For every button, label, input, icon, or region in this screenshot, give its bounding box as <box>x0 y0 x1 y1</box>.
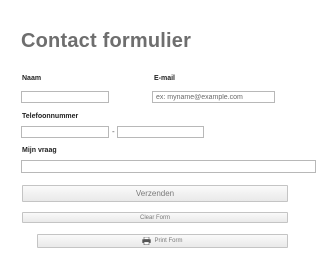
printer-icon <box>142 237 152 245</box>
phone-number-input[interactable] <box>117 126 204 138</box>
clear-form-button-label: Clear Form <box>139 214 170 221</box>
phone-area-input[interactable] <box>21 126 109 138</box>
email-input[interactable] <box>152 91 275 103</box>
question-input[interactable] <box>21 160 316 173</box>
print-form-button-label: Print Form <box>154 238 183 244</box>
email-label: E-mail <box>154 75 176 82</box>
submit-button-label: Verzenden <box>135 189 175 198</box>
phone-separator: - <box>112 127 115 136</box>
name-label: Naam <box>22 75 42 82</box>
submit-button[interactable]: Verzenden <box>22 185 288 202</box>
question-label: Mijn vraag <box>22 147 57 154</box>
print-form-button[interactable]: Print Form <box>37 234 288 248</box>
clear-form-button[interactable]: Clear Form <box>22 212 288 223</box>
form-title: Contact formulier <box>21 30 192 52</box>
phone-label: Telefoonnummer <box>22 113 79 120</box>
name-input[interactable] <box>21 91 109 103</box>
